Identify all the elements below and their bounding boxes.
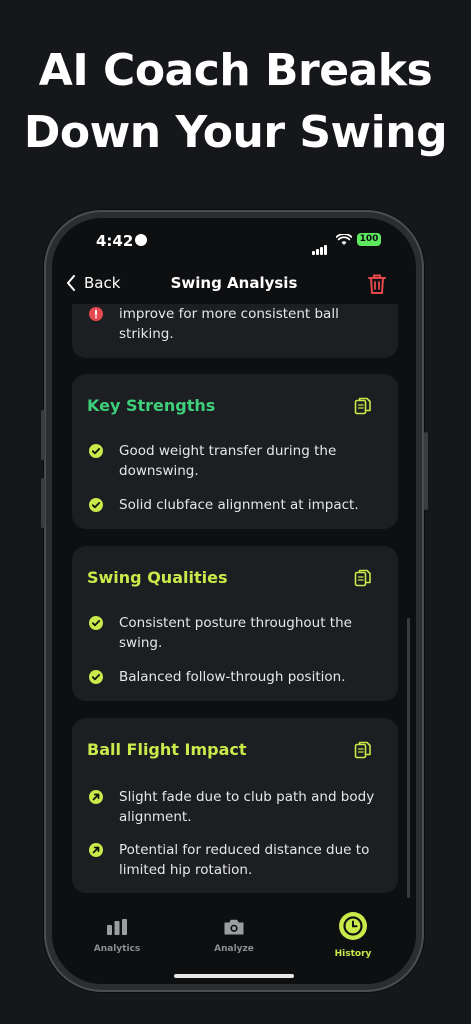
headline-line-1: AI Coach Breaks [38,45,433,96]
chevron-left-icon [67,275,75,291]
check-circle-icon [89,616,103,630]
tab-history[interactable]: History [308,911,398,959]
list-item-text: Consistent posture throughout the swing. [119,615,352,651]
analysis-scroll-view[interactable]: improve for more consistent ball strikin… [52,304,416,908]
cellular-signal-icon [312,236,328,255]
analysis-card-partial: improve for more consistent ball strikin… [72,304,398,358]
tab-bar: Analytics Analyze History [52,908,416,984]
list-item: Balanced follow-through position. [89,667,381,687]
list-item: Good weight transfer during the downswin… [89,441,381,481]
swing-qualities-card: Swing Qualities Consistent posture throu… [72,546,398,701]
check-circle-icon [89,444,103,458]
back-label: Back [84,274,121,292]
alert-circle-icon [89,307,103,321]
list-item-text: Solid clubface alignment at impact. [119,497,359,513]
nav-bar: Back Swing Analysis [52,268,416,304]
phone-side-button [41,478,45,528]
scrollbar[interactable] [407,618,410,898]
home-indicator [174,974,294,978]
list-item: Solid clubface alignment at impact. [89,495,381,515]
tab-label: History [334,949,372,959]
tab-label: Analytics [93,944,141,954]
arrow-up-right-icon [89,790,103,804]
headline: AI Coach Breaks Down Your Swing [0,40,471,164]
clock-icon [339,912,367,940]
list-item: Potential for reduced distance due to li… [89,840,381,880]
tab-analyze[interactable]: Analyze [189,918,279,954]
phone-screen: 4:42 100 Back Swing Analysis improve for… [52,218,416,984]
list-item-text: Good weight transfer during the downswin… [119,443,337,479]
card-title: Swing Qualities [87,568,228,587]
status-time: 4:42 [96,232,134,250]
copy-icon[interactable] [354,568,372,588]
tab-analytics[interactable]: Analytics [72,918,162,954]
check-circle-icon [89,670,103,684]
trash-icon[interactable] [366,272,388,296]
list-item: improve for more consistent ball strikin… [89,304,381,344]
phone-power-button [424,432,428,510]
list-item-text: Balanced follow-through position. [119,669,346,685]
check-circle-icon [89,498,103,512]
copy-icon[interactable] [354,740,372,760]
camera-icon [224,919,244,935]
list-item: Consistent posture throughout the swing. [89,613,381,653]
wifi-icon [336,234,352,245]
key-strengths-card: Key Strengths Good weight transfer durin… [72,374,398,529]
copy-icon[interactable] [354,396,372,416]
arrow-up-right-icon [89,843,103,857]
headline-line-2: Down Your Swing [23,107,448,158]
phone-side-button [41,410,45,460]
face-icon [135,234,147,246]
list-item: Slight fade due to club path and body al… [89,787,381,827]
ball-flight-impact-card: Ball Flight Impact Slight fade due to cl… [72,718,398,893]
bar-chart-icon [107,919,127,935]
card-title: Key Strengths [87,396,216,415]
list-item-text: improve for more consistent ball strikin… [119,306,339,342]
list-item-text: Slight fade due to club path and body al… [119,789,375,825]
tab-label: Analyze [214,944,254,954]
back-button[interactable]: Back [66,274,120,292]
status-bar: 4:42 100 [52,218,416,266]
card-title: Ball Flight Impact [87,740,247,759]
list-item-text: Potential for reduced distance due to li… [119,842,370,878]
battery-indicator: 100 [357,233,381,246]
